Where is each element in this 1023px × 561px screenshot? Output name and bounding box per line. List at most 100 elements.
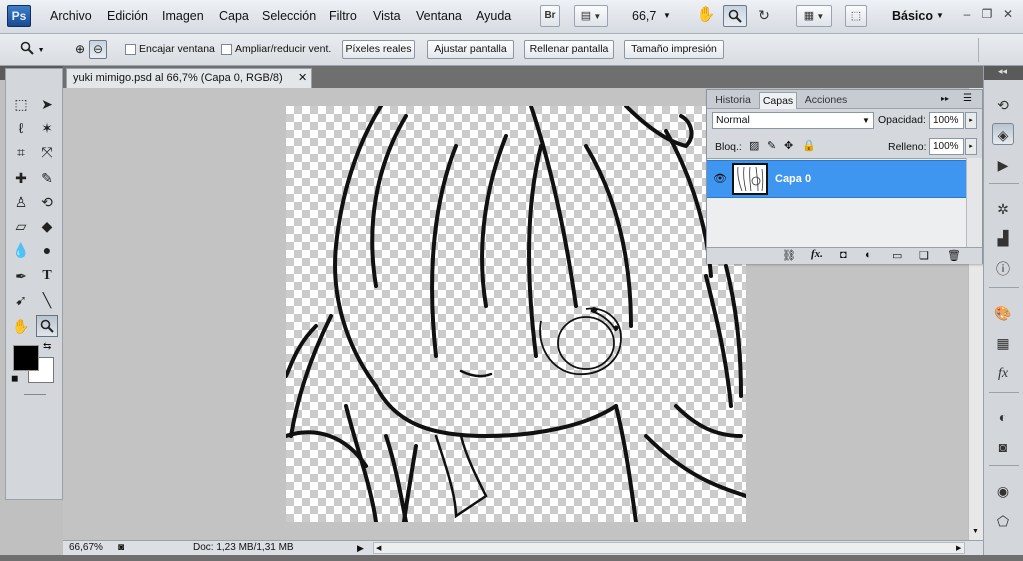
swatches-panel-icon[interactable]: ▦ bbox=[992, 332, 1014, 354]
chevron-down-icon[interactable]: ▼ bbox=[663, 11, 671, 20]
healing-brush-icon[interactable]: ✚ bbox=[10, 167, 32, 189]
panel-menu-icon[interactable]: ☰ bbox=[963, 93, 972, 104]
resize-windows-checkbox[interactable] bbox=[221, 44, 232, 55]
layers-scrollbar[interactable] bbox=[966, 158, 982, 248]
document-tab[interactable]: yuki mimigo.psd al 66,7% (Capa 0, RGB/8)… bbox=[66, 68, 312, 88]
fill-input[interactable]: 100% bbox=[929, 138, 964, 155]
line-tool-icon[interactable]: ╲ bbox=[36, 289, 58, 311]
blur-tool-icon[interactable]: 💧 bbox=[10, 239, 32, 261]
zoom-out-icon[interactable]: ⊖ bbox=[89, 40, 107, 59]
layer-mask-icon[interactable]: ◘ bbox=[840, 249, 847, 261]
lock-position-icon[interactable]: ✥ bbox=[784, 139, 793, 152]
scroll-right-icon[interactable]: ▶ bbox=[956, 542, 961, 556]
eyedropper-icon[interactable]: ⤧ bbox=[36, 141, 58, 163]
masks-panel-icon[interactable]: ◙ bbox=[992, 436, 1014, 458]
navigator-panel-icon[interactable]: ✲ bbox=[992, 198, 1014, 220]
menu-vista[interactable]: Vista bbox=[373, 9, 401, 23]
menu-edicion[interactable]: Edición bbox=[107, 9, 148, 23]
visibility-eye-icon[interactable]: 👁 bbox=[713, 172, 727, 185]
type-tool-icon[interactable]: T bbox=[36, 265, 58, 287]
adjustment-layer-icon[interactable]: ◐ bbox=[865, 249, 872, 261]
dodge-tool-icon[interactable]: ● bbox=[36, 239, 58, 261]
status-menu-icon[interactable]: ▶ bbox=[357, 541, 364, 555]
menu-ayuda[interactable]: Ayuda bbox=[476, 9, 511, 23]
chevron-down-icon[interactable]: ▼ bbox=[936, 11, 944, 20]
horizontal-scrollbar[interactable]: ◀ ▶ bbox=[373, 542, 965, 554]
crop-tool-icon[interactable]: ⌗ bbox=[10, 141, 32, 163]
new-group-icon[interactable]: ▭ bbox=[892, 249, 902, 262]
brush-tool-icon[interactable]: ✎ bbox=[36, 167, 58, 189]
tab-acciones[interactable]: Acciones bbox=[801, 92, 851, 109]
close-icon[interactable]: ✕ bbox=[999, 6, 1017, 22]
workspace-switcher[interactable]: Básico bbox=[892, 9, 933, 23]
actual-pixels-button[interactable]: Píxeles reales bbox=[342, 40, 415, 59]
zoom-tool-icon[interactable] bbox=[723, 5, 747, 27]
zoom-percentage[interactable]: 66,67% bbox=[69, 541, 103, 555]
lock-transparency-icon[interactable]: ▨ bbox=[749, 139, 759, 152]
lasso-tool-icon[interactable]: ℓ bbox=[10, 117, 32, 139]
menu-seleccion[interactable]: Selección bbox=[262, 9, 316, 23]
marquee-tool-icon[interactable]: ⬚ bbox=[10, 93, 32, 115]
lock-all-icon[interactable]: 🔒 bbox=[802, 139, 816, 152]
tab-historia[interactable]: Historia bbox=[711, 92, 755, 109]
layer-style-icon[interactable]: fx. bbox=[811, 248, 823, 260]
fit-window-checkbox[interactable] bbox=[125, 44, 136, 55]
new-layer-icon[interactable]: ❏ bbox=[919, 249, 929, 262]
print-size-button[interactable]: Tamaño impresión bbox=[624, 40, 724, 59]
swap-colors-icon[interactable]: ⇆ bbox=[43, 341, 51, 352]
clone-stamp-icon[interactable]: ♙ bbox=[10, 191, 32, 213]
info-panel-icon[interactable]: ⓘ bbox=[992, 258, 1014, 280]
image-canvas[interactable] bbox=[286, 106, 746, 522]
close-document-icon[interactable]: ✕ bbox=[298, 69, 307, 88]
fill-screen-button[interactable]: Rellenar pantalla bbox=[524, 40, 614, 59]
styles-panel-icon[interactable]: fx bbox=[992, 363, 1014, 385]
zoom-in-icon[interactable]: ⊕ bbox=[70, 40, 90, 59]
history-brush-icon[interactable]: ⟲ bbox=[36, 191, 58, 213]
eraser-tool-icon[interactable]: ▱ bbox=[10, 215, 32, 237]
tab-capas[interactable]: Capas bbox=[759, 92, 797, 109]
bridge-button[interactable]: Br bbox=[540, 5, 560, 27]
pen-tool-icon[interactable]: ✒ bbox=[10, 265, 32, 287]
menu-archivo[interactable]: Archivo bbox=[50, 9, 92, 23]
link-layers-icon[interactable]: ⛓ bbox=[782, 249, 796, 262]
layers-panel-icon[interactable]: ◈ bbox=[992, 123, 1014, 145]
scroll-down-icon[interactable]: ▼ bbox=[972, 528, 979, 535]
restore-icon[interactable]: ❐ bbox=[978, 6, 996, 22]
zoom-level[interactable]: 66,7 bbox=[632, 9, 656, 23]
opacity-input[interactable]: 100% bbox=[929, 112, 964, 129]
zoom-tool-icon[interactable] bbox=[36, 315, 58, 337]
arrange-documents-button[interactable]: ▦ ▼ bbox=[796, 5, 832, 27]
foreground-color-swatch[interactable] bbox=[13, 345, 39, 371]
actions-panel-icon[interactable]: ▶ bbox=[992, 154, 1014, 176]
layer-row[interactable]: 👁 Capa 0 bbox=[707, 160, 966, 198]
opacity-slider-icon[interactable]: ▸ bbox=[965, 112, 977, 129]
scroll-left-icon[interactable]: ◀ bbox=[376, 542, 381, 556]
default-colors-icon[interactable]: ◼ bbox=[11, 373, 18, 384]
expand-panels-icon[interactable]: ◂◂ bbox=[998, 66, 1007, 77]
menu-ventana[interactable]: Ventana bbox=[416, 9, 462, 23]
delete-layer-icon[interactable]: 🗑 bbox=[947, 249, 961, 262]
fill-slider-icon[interactable]: ▸ bbox=[965, 138, 977, 155]
screen-mode-icon[interactable]: ⬚ bbox=[845, 5, 867, 27]
paths-panel-icon[interactable]: ⬠ bbox=[992, 510, 1014, 532]
move-tool-icon[interactable]: ➤ bbox=[36, 93, 58, 115]
tool-preset-picker[interactable]: ▼ bbox=[20, 41, 50, 59]
history-panel-icon[interactable]: ⟲ bbox=[992, 94, 1014, 116]
layer-name[interactable]: Capa 0 bbox=[775, 173, 811, 185]
menu-filtro[interactable]: Filtro bbox=[329, 9, 357, 23]
hand-tool-icon[interactable]: ✋ bbox=[695, 5, 717, 27]
menu-imagen[interactable]: Imagen bbox=[162, 9, 204, 23]
path-selection-icon[interactable]: ➹ bbox=[10, 289, 32, 311]
collapse-panel-icon[interactable]: ▸▸ bbox=[941, 94, 949, 103]
adjustments-panel-icon[interactable]: ◐ bbox=[992, 406, 1014, 428]
blend-mode-select[interactable]: Normal ▼ bbox=[712, 112, 874, 129]
minimize-icon[interactable]: – bbox=[958, 6, 976, 22]
rotate-view-icon[interactable]: ↻ bbox=[753, 5, 775, 27]
fit-screen-button[interactable]: Ajustar pantalla bbox=[427, 40, 514, 59]
magic-wand-icon[interactable]: ✶ bbox=[36, 117, 58, 139]
menu-capa[interactable]: Capa bbox=[219, 9, 249, 23]
dock-header[interactable]: ◂◂ bbox=[984, 66, 1023, 80]
channels-panel-icon[interactable]: ◉ bbox=[992, 480, 1014, 502]
status-info-icon[interactable]: ◙ bbox=[118, 541, 124, 555]
hand-tool-icon[interactable]: ✋ bbox=[10, 315, 32, 337]
